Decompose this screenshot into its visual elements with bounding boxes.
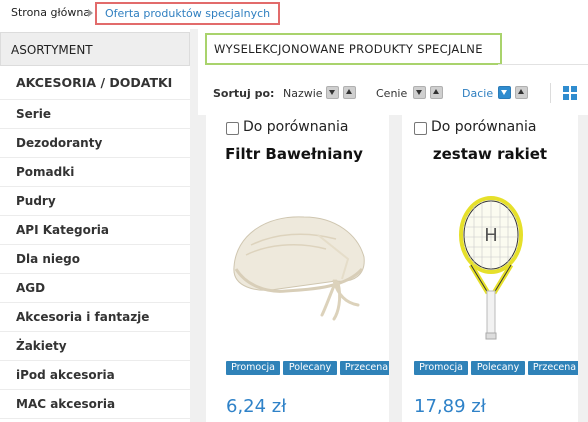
sidebar-item-api-kategoria[interactable]: API Kategoria	[0, 216, 190, 245]
sidebar-item-mac-akcesoria[interactable]: MAC akcesoria	[0, 390, 190, 419]
product-price: 17,89 zł	[414, 396, 486, 417]
product-card: Do porównania Filtr Bawełniany Promocja …	[206, 115, 393, 422]
sort-label: Sortuj po:	[213, 87, 275, 100]
sort-by-date[interactable]: Dacie	[462, 87, 493, 100]
sidebar-item-akcesoria-i-fantazje[interactable]: Akcesoria i fantazje	[0, 303, 190, 332]
compare-label: Do porównania	[243, 119, 349, 135]
sort-name-desc-icon[interactable]	[326, 86, 339, 99]
cotton-filter-image[interactable]	[226, 195, 376, 350]
product-card: Do porównania zestaw rakiet H Promocja P…	[402, 115, 581, 422]
sidebar-item-akcesoria-dodatki[interactable]: AKCESORIA / DODATKI	[0, 67, 190, 100]
sidebar-divider	[190, 29, 198, 422]
badge-polecany: Polecany	[283, 361, 337, 375]
breadcrumb: Strona główna Oferta produktów specjalny…	[0, 0, 588, 28]
tennis-racket-image[interactable]: H	[416, 195, 566, 350]
main-content: WYSELEKCJONOWANE PRODUKTY SPECJALNE Sort…	[198, 29, 588, 422]
section-title: WYSELEKCJONOWANE PRODUKTY SPECJALNE	[205, 33, 502, 65]
sidebar-item-agd[interactable]: AGD	[0, 274, 190, 303]
sort-date-desc-icon[interactable]	[498, 86, 511, 99]
card-gutter-right	[578, 115, 588, 422]
sort-price-desc-icon[interactable]	[413, 86, 426, 99]
title-divider	[498, 64, 588, 65]
svg-text:H: H	[484, 225, 498, 246]
badge-przecena: Przecena	[528, 361, 581, 375]
badge-promocja: Promocja	[414, 361, 468, 375]
product-price: 6,24 zł	[226, 396, 287, 417]
sidebar-item-serie[interactable]: Serie	[0, 100, 190, 129]
sort-price-asc-icon[interactable]	[430, 86, 443, 99]
sort-date-asc-icon[interactable]	[515, 86, 528, 99]
sort-by-price[interactable]: Cenie	[376, 87, 407, 100]
breadcrumb-home-link[interactable]: Strona główna	[11, 6, 90, 19]
checkbox-icon[interactable]	[414, 122, 427, 135]
sidebar-title: ASORTYMENT	[11, 43, 93, 57]
sidebar-item-zakiety[interactable]: Żakiety	[0, 332, 190, 361]
checkbox-icon[interactable]	[226, 122, 239, 135]
sort-bar: Sortuj po: Nazwie Cenie Dacie	[198, 77, 588, 107]
category-list: AKCESORIA / DODATKI Serie Dezodoranty Po…	[0, 67, 190, 419]
product-name[interactable]: zestaw rakiet	[402, 145, 578, 163]
breadcrumb-separator-icon	[88, 9, 93, 17]
sidebar-item-pomadki[interactable]: Pomadki	[0, 158, 190, 187]
badge-przecena: Przecena	[340, 361, 393, 375]
sidebar-item-dezodoranty[interactable]: Dezodoranty	[0, 129, 190, 158]
sidebar-item-pudry[interactable]: Pudry	[0, 187, 190, 216]
badge-polecany: Polecany	[471, 361, 525, 375]
sort-by-name[interactable]: Nazwie	[283, 87, 323, 100]
sidebar-item-dla-niego[interactable]: Dla niego	[0, 245, 190, 274]
sidebar-item-ipod-akcesoria[interactable]: iPod akcesoria	[0, 361, 190, 390]
sort-name-asc-icon[interactable]	[343, 86, 356, 99]
sidebar: ASORTYMENT AKCESORIA / DODATKI Serie Dez…	[0, 29, 190, 422]
compare-label: Do porównania	[431, 119, 537, 135]
card-gutter-middle	[389, 115, 402, 422]
product-name[interactable]: Filtr Bawełniany	[206, 145, 382, 163]
sort-divider	[550, 83, 551, 103]
breadcrumb-current-link[interactable]: Oferta produktów specjalnych	[95, 2, 281, 25]
grid-view-icon[interactable]	[563, 86, 577, 100]
badge-promocja: Promocja	[226, 361, 280, 375]
sidebar-header: ASORTYMENT	[0, 32, 190, 66]
